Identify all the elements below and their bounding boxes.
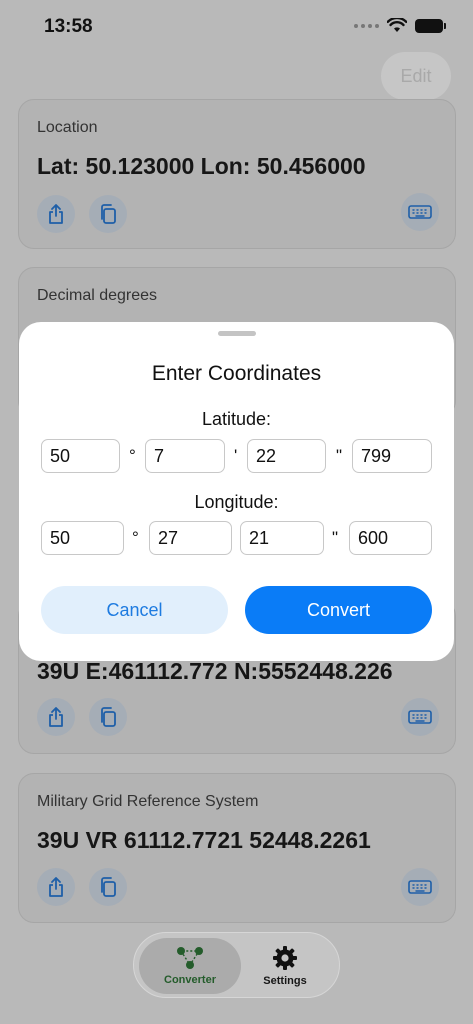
card-value: Lat: 50.123000 Lon: 50.456000 [37, 153, 366, 179]
share-icon [49, 707, 63, 727]
card-label: Military Grid Reference System [37, 793, 259, 810]
share-icon [49, 877, 63, 897]
tab-label: Settings [263, 975, 307, 987]
share-icon [49, 204, 63, 224]
share-button[interactable] [37, 195, 75, 233]
latitude-label: Latitude: [201, 409, 272, 429]
card-value: 39U VR 61112.7721 52448.2261 [37, 827, 371, 853]
keyboard-icon [408, 710, 432, 724]
tab-settings[interactable]: Settings [234, 938, 336, 994]
gear-icon [273, 946, 297, 970]
card-value: 39U E:461112.772 N:5552448.226 [37, 658, 393, 684]
enter-coordinates-dialog: Enter Coordinates Latitude: ° ' " Longit… [19, 322, 454, 661]
longitude-degree-symbol: ° [132, 528, 139, 547]
longitude-seconds-input[interactable] [240, 521, 324, 555]
tab-label: Converter [164, 974, 216, 986]
signal-dots-icon [354, 23, 379, 28]
longitude-degrees-input[interactable] [41, 521, 124, 555]
mgrs-card: Military Grid Reference System 39U VR 61… [18, 773, 456, 923]
latitude-minutes-input[interactable] [145, 439, 225, 473]
location-card: Location Lat: 50.123000 Lon: 50.456000 [18, 99, 456, 249]
copy-icon [101, 204, 116, 224]
keyboard-button[interactable] [401, 698, 439, 736]
status-time: 13:58 [44, 16, 93, 37]
latitude-degree-symbol: ° [129, 446, 136, 465]
latitude-degrees-input[interactable] [41, 439, 120, 473]
longitude-fraction-input[interactable] [349, 521, 432, 555]
copy-icon [101, 877, 116, 897]
network-nodes-icon [177, 947, 203, 969]
longitude-minutes-input[interactable] [149, 521, 232, 555]
status-bar: 13:58 [0, 0, 473, 54]
tab-converter[interactable]: Converter [139, 938, 241, 994]
cancel-button[interactable]: Cancel [41, 586, 228, 634]
card-label: Decimal degrees [37, 287, 158, 304]
share-button[interactable] [37, 698, 75, 736]
latitude-fraction-input[interactable] [352, 439, 432, 473]
latitude-minute-symbol: ' [234, 446, 238, 465]
keyboard-icon [408, 880, 432, 894]
latitude-seconds-input[interactable] [247, 439, 326, 473]
latitude-second-symbol: " [336, 446, 343, 465]
keyboard-button[interactable] [401, 193, 439, 231]
convert-button[interactable]: Convert [245, 586, 432, 634]
share-button[interactable] [37, 868, 75, 906]
keyboard-button[interactable] [401, 868, 439, 906]
status-icons [354, 18, 446, 33]
copy-button[interactable] [89, 698, 127, 736]
card-label: Location [37, 119, 98, 136]
copy-icon [101, 707, 116, 727]
copy-button[interactable] [89, 868, 127, 906]
dialog-title: Enter Coordinates [151, 362, 322, 385]
sheet-grabber[interactable] [218, 331, 256, 336]
longitude-label: Longitude: [194, 492, 279, 512]
wifi-icon [387, 18, 407, 32]
battery-icon [415, 18, 446, 33]
keyboard-icon [408, 205, 432, 219]
copy-button[interactable] [89, 195, 127, 233]
edit-button[interactable]: Edit [381, 52, 451, 100]
tab-bar: Converter Settings [133, 932, 340, 998]
longitude-second-symbol: " [332, 528, 339, 547]
